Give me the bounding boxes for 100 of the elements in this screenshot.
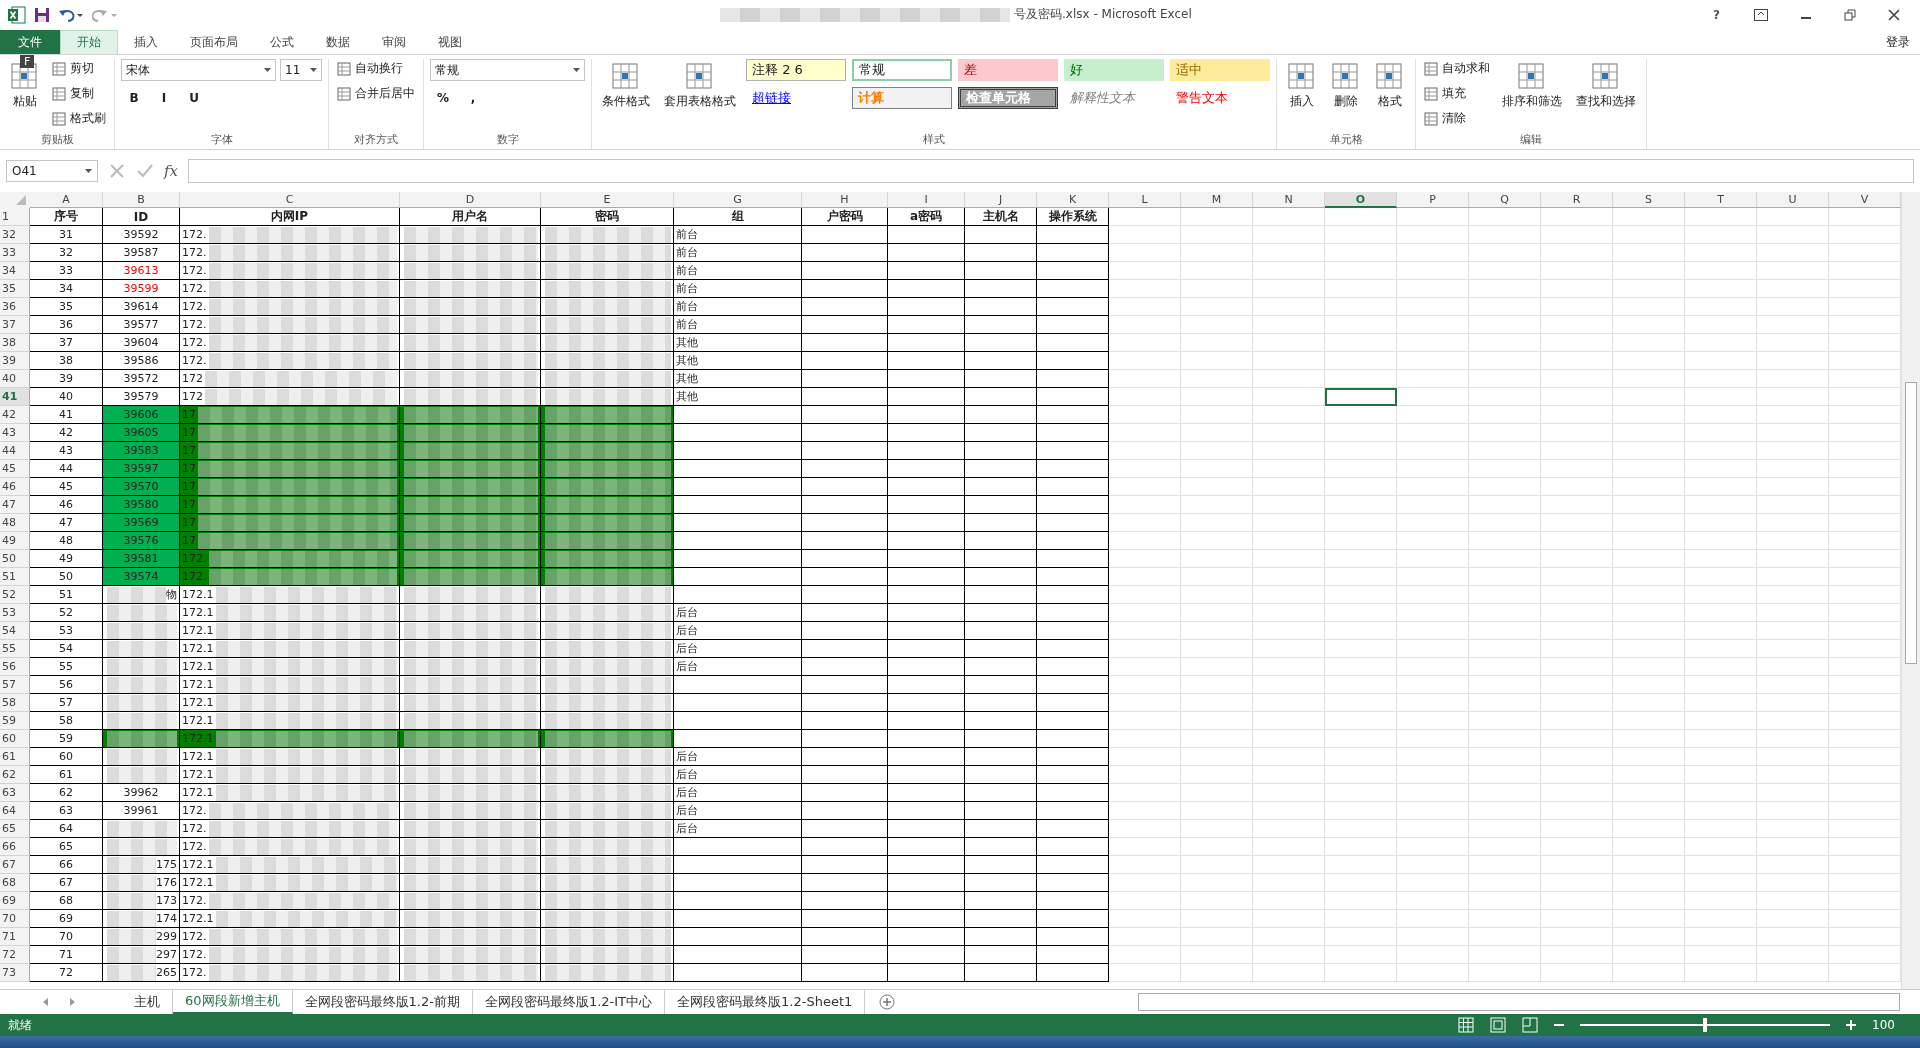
row-header[interactable]: 57 — [0, 676, 30, 694]
name-box[interactable]: O41 — [6, 160, 98, 182]
save-icon[interactable] — [34, 7, 50, 23]
ribbon-button[interactable]: 填充 — [1422, 84, 1492, 103]
row-header[interactable]: 54 — [0, 622, 30, 640]
column-header[interactable]: D — [400, 192, 541, 208]
column-header[interactable]: E — [541, 192, 674, 208]
ribbon-button[interactable]: 排序和筛选 — [1498, 59, 1566, 112]
format-button[interactable]: B — [121, 87, 147, 109]
ribbon-tab[interactable]: 视图 — [422, 30, 478, 54]
ribbon-button[interactable]: 删除 — [1327, 59, 1365, 112]
page-break-icon[interactable] — [1522, 1017, 1538, 1033]
format-button[interactable]: , — [460, 87, 486, 109]
row-header[interactable]: 70 — [0, 910, 30, 928]
ribbon-tab[interactable]: 插入 — [118, 30, 174, 54]
ribbon-tab[interactable]: 审阅 — [366, 30, 422, 54]
normal-view-icon[interactable] — [1458, 1017, 1474, 1033]
column-header[interactable]: O — [1325, 192, 1397, 208]
row-header[interactable]: 65 — [0, 820, 30, 838]
row-header[interactable]: 63 — [0, 784, 30, 802]
ribbon-tab[interactable]: 数据 — [310, 30, 366, 54]
row-header[interactable]: 32 — [0, 226, 30, 244]
row-header[interactable]: 60 — [0, 730, 30, 748]
row-header[interactable]: 1 — [0, 208, 30, 226]
row-header[interactable]: 41 — [0, 388, 30, 406]
cell-style[interactable]: 解释性文本 — [1064, 87, 1164, 109]
dropdown-field[interactable]: 常规 — [430, 59, 585, 81]
row-header[interactable]: 64 — [0, 802, 30, 820]
row-header[interactable]: 73 — [0, 964, 30, 982]
row-header[interactable]: 37 — [0, 316, 30, 334]
row-header[interactable]: 52 — [0, 586, 30, 604]
row-header[interactable]: 34 — [0, 262, 30, 280]
cell-style[interactable]: 差 — [958, 59, 1058, 81]
ribbon-button[interactable]: 清除 — [1422, 109, 1492, 128]
column-header[interactable]: J — [965, 192, 1037, 208]
row-header[interactable]: 42 — [0, 406, 30, 424]
column-header[interactable]: V — [1829, 192, 1901, 208]
add-sheet-icon[interactable] — [879, 994, 896, 1010]
row-header[interactable]: 38 — [0, 334, 30, 352]
row-header[interactable]: 59 — [0, 712, 30, 730]
ribbon-button[interactable]: 查找和选择 — [1572, 59, 1640, 112]
ribbon-button[interactable]: 套用表格格式 — [660, 59, 740, 112]
cell-style[interactable]: 超链接 — [746, 87, 846, 109]
close-icon[interactable] — [1888, 9, 1900, 21]
zoom-level[interactable]: 100 — [1872, 1018, 1912, 1032]
row-header[interactable]: 45 — [0, 460, 30, 478]
row-header[interactable]: 71 — [0, 928, 30, 946]
row-header[interactable]: 53 — [0, 604, 30, 622]
row-header[interactable]: 40 — [0, 370, 30, 388]
ribbon-tab[interactable]: 开始 — [60, 30, 118, 54]
row-header[interactable]: 35 — [0, 280, 30, 298]
column-header[interactable]: I — [888, 192, 965, 208]
column-header[interactable]: G — [674, 192, 802, 208]
row-header[interactable]: 48 — [0, 514, 30, 532]
zoom-in-icon[interactable] — [1846, 1020, 1856, 1030]
row-header[interactable]: 49 — [0, 532, 30, 550]
row-header[interactable]: 58 — [0, 694, 30, 712]
undo-icon[interactable] — [58, 7, 84, 23]
ribbon-button[interactable]: 复制 — [50, 84, 108, 103]
cell-style[interactable]: 注释 2 6 — [746, 59, 846, 81]
selected-cell[interactable] — [1325, 388, 1397, 406]
column-header[interactable]: B — [103, 192, 180, 208]
column-header[interactable]: H — [802, 192, 888, 208]
row-header[interactable]: 55 — [0, 640, 30, 658]
cell-style[interactable]: 适中 — [1170, 59, 1270, 81]
row-header[interactable]: 47 — [0, 496, 30, 514]
ribbon-button[interactable]: 自动换行 — [335, 59, 417, 78]
format-button[interactable]: % — [430, 87, 456, 109]
ribbon-button[interactable]: 格式刷 — [50, 109, 108, 128]
column-header[interactable]: C — [180, 192, 400, 208]
ribbon-button[interactable]: 插入 — [1283, 59, 1321, 112]
sign-in-link[interactable]: 登录 — [1876, 30, 1920, 54]
column-header[interactable]: K — [1037, 192, 1109, 208]
row-header[interactable]: 44 — [0, 442, 30, 460]
row-header[interactable]: 72 — [0, 946, 30, 964]
ribbon-button[interactable]: 剪切 — [50, 59, 108, 78]
slider-thumb[interactable] — [1703, 1018, 1707, 1032]
redo-icon[interactable] — [92, 7, 118, 23]
column-header[interactable]: S — [1613, 192, 1685, 208]
row-header[interactable]: 68 — [0, 874, 30, 892]
cell-style[interactable]: 警告文本 — [1170, 87, 1270, 109]
sheet-tab[interactable]: 60网段新增主机 — [173, 990, 293, 1014]
row-header[interactable]: 43 — [0, 424, 30, 442]
ribbon-tab[interactable]: 公式 — [254, 30, 310, 54]
column-header[interactable]: R — [1541, 192, 1613, 208]
scroll-thumb[interactable] — [1905, 382, 1917, 664]
column-header[interactable]: T — [1685, 192, 1757, 208]
ribbon-button[interactable]: 合并后居中 — [335, 84, 417, 103]
row-header[interactable]: 62 — [0, 766, 30, 784]
row-header[interactable]: 50 — [0, 550, 30, 568]
column-header[interactable]: L — [1109, 192, 1181, 208]
check-icon[interactable] — [136, 162, 154, 180]
row-header[interactable]: 67 — [0, 856, 30, 874]
column-header[interactable]: U — [1757, 192, 1829, 208]
format-button[interactable]: I — [151, 87, 177, 109]
ribbon-button[interactable]: 自动求和 — [1422, 59, 1492, 78]
column-header[interactable]: A — [30, 192, 103, 208]
dropdown-field[interactable]: 宋体 — [121, 59, 276, 81]
dropdown-field[interactable]: 11 — [280, 59, 322, 81]
vertical-scrollbar[interactable] — [1901, 192, 1920, 989]
